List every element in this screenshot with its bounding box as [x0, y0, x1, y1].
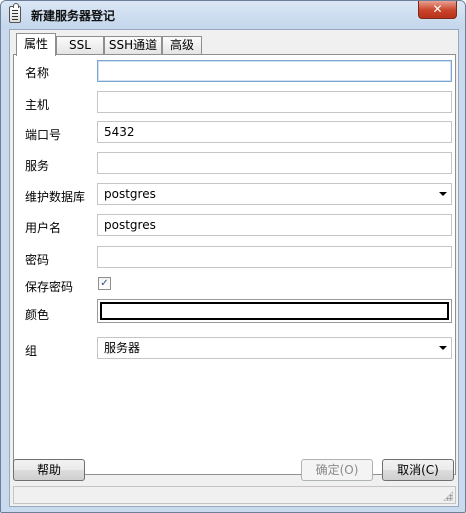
group-select[interactable]: 服务器 — [97, 337, 452, 359]
port-field[interactable]: 5432 — [97, 121, 452, 143]
maintenance-db-label: 维护数据库 — [25, 190, 86, 204]
resize-grip-icon[interactable] — [443, 491, 453, 501]
maintenance-db-select[interactable]: postgres — [97, 183, 452, 205]
status-bar — [13, 486, 456, 504]
help-button[interactable]: 帮助 — [13, 459, 85, 481]
group-value: 服务器 — [104, 341, 141, 355]
tab-ssh-tunnel[interactable]: SSH通道 — [104, 36, 162, 55]
tab-advanced[interactable]: 高级 — [162, 36, 202, 55]
properties-panel: 名称 主机 端口号 5432 服务 维护数据库 postgres 用户名 pos… — [13, 54, 456, 475]
service-label: 服务 — [25, 159, 50, 173]
ok-button[interactable]: 确定(O) — [301, 459, 373, 481]
store-password-checkbox[interactable]: ✓ — [98, 277, 111, 290]
maintenance-db-value: postgres — [104, 187, 156, 201]
name-field[interactable] — [97, 60, 452, 82]
password-field[interactable] — [97, 246, 452, 268]
store-password-label: 保存密码 — [25, 280, 74, 294]
dialog-body: 属性 SSL SSH通道 高级 名称 主机 端口号 5432 服务 维护数据库 … — [9, 29, 459, 507]
colour-label: 颜色 — [25, 308, 50, 322]
port-label: 端口号 — [25, 128, 62, 142]
username-field[interactable]: postgres — [97, 214, 452, 236]
host-field[interactable] — [97, 91, 452, 113]
service-field[interactable] — [97, 152, 452, 174]
chevron-down-icon[interactable] — [439, 346, 447, 350]
colour-swatch — [100, 302, 449, 320]
password-label: 密码 — [25, 253, 50, 267]
username-label: 用户名 — [25, 221, 62, 235]
clipboard-icon — [9, 3, 21, 23]
window-title: 新建服务器登记 — [31, 9, 116, 23]
group-label: 组 — [25, 344, 38, 358]
colour-picker[interactable] — [97, 299, 452, 323]
chevron-down-icon[interactable] — [439, 192, 447, 196]
tab-ssl[interactable]: SSL — [56, 36, 104, 55]
close-button[interactable]: ✕ — [418, 1, 457, 19]
host-label: 主机 — [25, 98, 50, 112]
new-server-dialog: 新建服务器登记 ✕ 属性 SSL SSH通道 高级 名称 主机 端口号 5432… — [0, 0, 466, 513]
tab-properties[interactable]: 属性 — [16, 33, 56, 56]
name-label: 名称 — [25, 66, 50, 80]
cancel-button[interactable]: 取消(C) — [382, 459, 454, 481]
title-bar[interactable]: 新建服务器登记 ✕ — [1, 1, 465, 29]
